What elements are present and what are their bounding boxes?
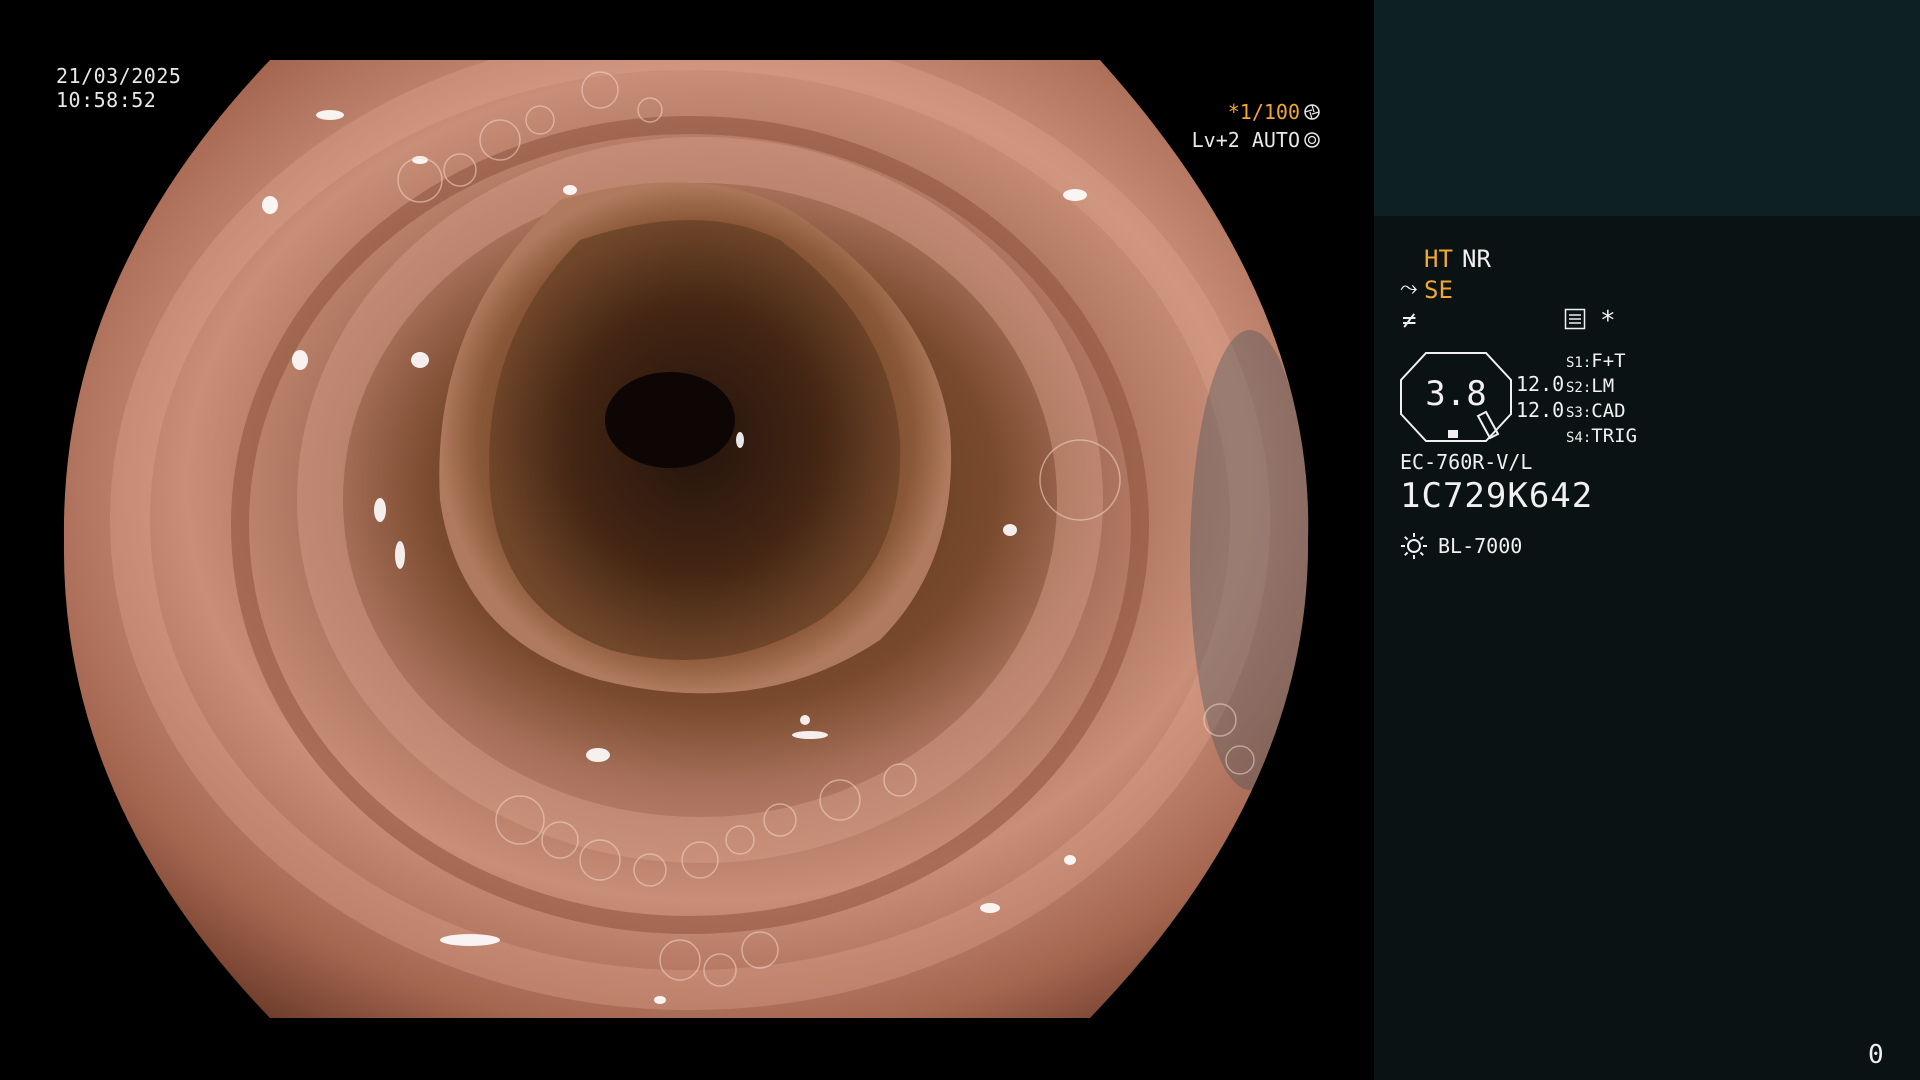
se-label: SE	[1424, 276, 1453, 304]
level-indicator: Lv+2 AUTO	[1192, 128, 1320, 152]
sun-icon	[1401, 533, 1427, 559]
switch-key: S4:	[1566, 430, 1592, 446]
menu-icon	[1564, 308, 1586, 330]
ht-label: HT	[1424, 245, 1453, 273]
info-panel: HT NR ⤳ SE ≠ * 3.8 12.0 12.0 S1:F+T S2:L…	[1374, 0, 1920, 1080]
switch-value: TRIG	[1591, 425, 1638, 447]
switch-value: LM	[1591, 375, 1615, 397]
level-value: Lv+2 AUTO	[1191, 128, 1300, 152]
switch-key: S1:	[1566, 355, 1592, 371]
switch-key: S3:	[1566, 405, 1592, 421]
se-icon: ⤳	[1400, 276, 1418, 301]
image-counter: 0	[1868, 1040, 1884, 1070]
scope-serial: 1C729K642	[1400, 476, 1594, 516]
switch-value: F+T	[1591, 350, 1626, 372]
switch-row: S2:LM	[1566, 375, 1614, 397]
aperture-icon	[1304, 104, 1320, 120]
endoscopy-screen: 21/03/2025 10:58:52 *1/100 Lv+2 AUTO HT …	[0, 0, 1920, 1080]
endoscope-view: 21/03/2025 10:58:52 *1/100 Lv+2 AUTO	[0, 0, 1374, 1080]
switch-row: S4:TRIG	[1566, 425, 1637, 447]
value-2: 12.0	[1516, 398, 1565, 422]
scope-model: EC-760R-V/L	[1400, 450, 1533, 474]
switch-row: S1:F+T	[1566, 350, 1626, 372]
light-source: BL-7000	[1438, 534, 1523, 558]
value-1: 12.0	[1516, 372, 1565, 396]
octagon-value: 3.8	[1425, 374, 1487, 414]
time-display: 10:58:52	[56, 88, 157, 112]
switch-value: CAD	[1591, 400, 1626, 422]
shutter-speed: *1/100	[1227, 100, 1300, 124]
star-marker: *	[1600, 306, 1616, 336]
switch-key: S2:	[1566, 380, 1592, 396]
f-icon: ≠	[1402, 306, 1417, 334]
switch-row: S3:CAD	[1566, 400, 1626, 422]
iris-icon	[1304, 132, 1320, 148]
endoscope-image	[63, 60, 1309, 1018]
date-display: 21/03/2025	[56, 64, 182, 88]
nr-label: NR	[1462, 245, 1491, 273]
shutter-indicator: *1/100	[1228, 100, 1320, 124]
thumbnail-area	[1374, 0, 1920, 216]
